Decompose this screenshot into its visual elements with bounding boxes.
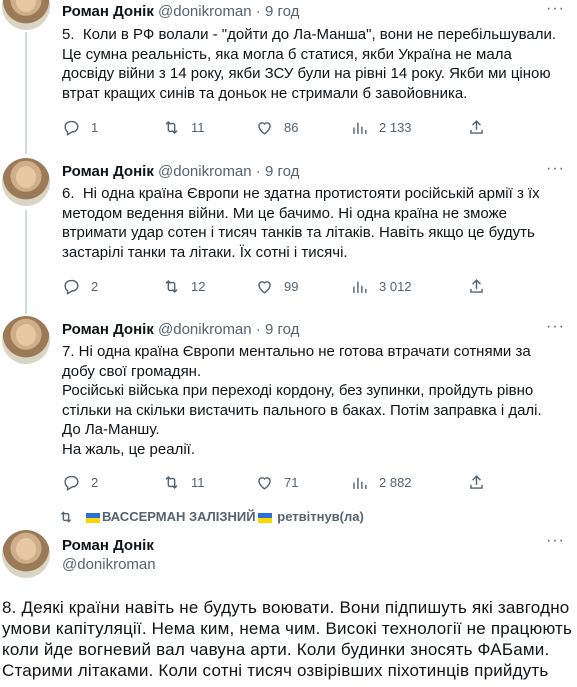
tweet-text: 7. Ні одна країна Європи ментально не го… (62, 343, 542, 458)
retweet-button[interactable]: 11 (162, 118, 205, 137)
like-icon (258, 477, 271, 490)
tweet-actions: 2 11 71 2 882 (62, 473, 492, 493)
share-button[interactable] (467, 277, 486, 296)
avatar[interactable] (2, 530, 50, 578)
author-handle[interactable]: @donikroman · 9 год (158, 321, 299, 338)
retweet-count: 12 (191, 279, 206, 294)
retweet-count: 11 (191, 475, 205, 490)
retweet-suffix: ретвітнув(ла) (277, 509, 364, 524)
reply-count: 2 (91, 279, 99, 294)
main-tweet-text: 8. Деякі країни навіть не будуть воювати… (2, 598, 577, 680)
like-button[interactable]: 71 (255, 473, 298, 492)
reply-button[interactable]: 1 (62, 118, 98, 137)
flag-ua-icon (257, 512, 272, 523)
reply-count: 2 (91, 475, 99, 490)
tweet-text: 5. Коли в РФ волали - "дойти до Ла-Манша… (62, 26, 557, 102)
views-icon (353, 281, 367, 293)
retweet-count: 11 (191, 120, 205, 135)
tweet-header: Роман Донік @donikroman · 9 год (62, 321, 299, 338)
author-handle[interactable]: @donikroman (62, 556, 156, 573)
like-icon (258, 122, 271, 135)
more-icon[interactable]: ··· (546, 0, 565, 18)
views-count: 2 882 (379, 475, 412, 490)
retweet-icon (165, 120, 178, 135)
tweet-header: Роман Донік @donikroman · 9 год (62, 163, 299, 180)
author-name[interactable]: Роман Донік (62, 321, 154, 338)
retweeted-by[interactable]: ВАССЕРМАН ЗАЛІЗНИЙ ретвітнув(ла) (60, 509, 364, 524)
reply-icon (64, 475, 79, 491)
like-icon (258, 281, 271, 294)
tweet-actions: 2 12 99 3 012 (62, 277, 492, 297)
author-name[interactable]: Роман Донік (62, 537, 154, 554)
views-icon (353, 122, 367, 134)
share-button[interactable] (467, 118, 486, 137)
views-button[interactable]: 2 882 (350, 473, 412, 492)
reply-button[interactable]: 2 (62, 277, 98, 296)
more-icon[interactable]: ··· (546, 532, 565, 550)
thread-line (25, 210, 27, 314)
reply-count: 1 (91, 120, 99, 135)
reply-button[interactable]: 2 (62, 473, 98, 492)
tweet-text: 6. Ні одна країна Європи не здатна проти… (62, 185, 544, 261)
views-count: 2 133 (379, 120, 412, 135)
author-handle[interactable]: @donikroman · 9 год (158, 3, 299, 20)
like-button[interactable]: 99 (255, 277, 298, 296)
author-handle[interactable]: @donikroman · 9 год (158, 163, 299, 180)
retweet-icon (60, 511, 72, 523)
author-name[interactable]: Роман Донік (62, 3, 154, 20)
retweet-icon (165, 475, 178, 490)
thread-line (25, 32, 27, 154)
tweet-header: Роман Донік @donikroman · 9 год (62, 3, 299, 20)
like-count: 86 (284, 120, 299, 135)
views-button[interactable]: 3 012 (350, 277, 412, 296)
retweeter-name[interactable]: ВАССЕРМАН ЗАЛІЗНИЙ (102, 509, 256, 524)
reply-icon (64, 120, 79, 136)
tweet-actions: 1 11 86 2 133 (62, 118, 492, 138)
share-icon (470, 475, 483, 489)
avatar[interactable] (2, 0, 50, 30)
share-icon (470, 120, 483, 134)
retweet-button[interactable]: 11 (162, 473, 205, 492)
more-icon[interactable]: ··· (546, 160, 565, 178)
avatar[interactable] (2, 158, 50, 206)
retweet-icon (165, 279, 178, 294)
retweet-button[interactable]: 12 (162, 277, 205, 296)
like-count: 99 (284, 279, 299, 294)
reply-icon (64, 279, 79, 295)
more-icon[interactable]: ··· (546, 318, 565, 336)
share-icon (470, 279, 483, 293)
avatar[interactable] (2, 316, 50, 364)
like-count: 71 (284, 475, 299, 490)
flag-ua-icon (86, 512, 100, 523)
views-count: 3 012 (379, 279, 412, 294)
like-button[interactable]: 86 (255, 118, 298, 137)
views-button[interactable]: 2 133 (350, 118, 412, 137)
share-button[interactable] (467, 473, 486, 492)
views-icon (353, 477, 367, 489)
author-name[interactable]: Роман Донік (62, 163, 154, 180)
